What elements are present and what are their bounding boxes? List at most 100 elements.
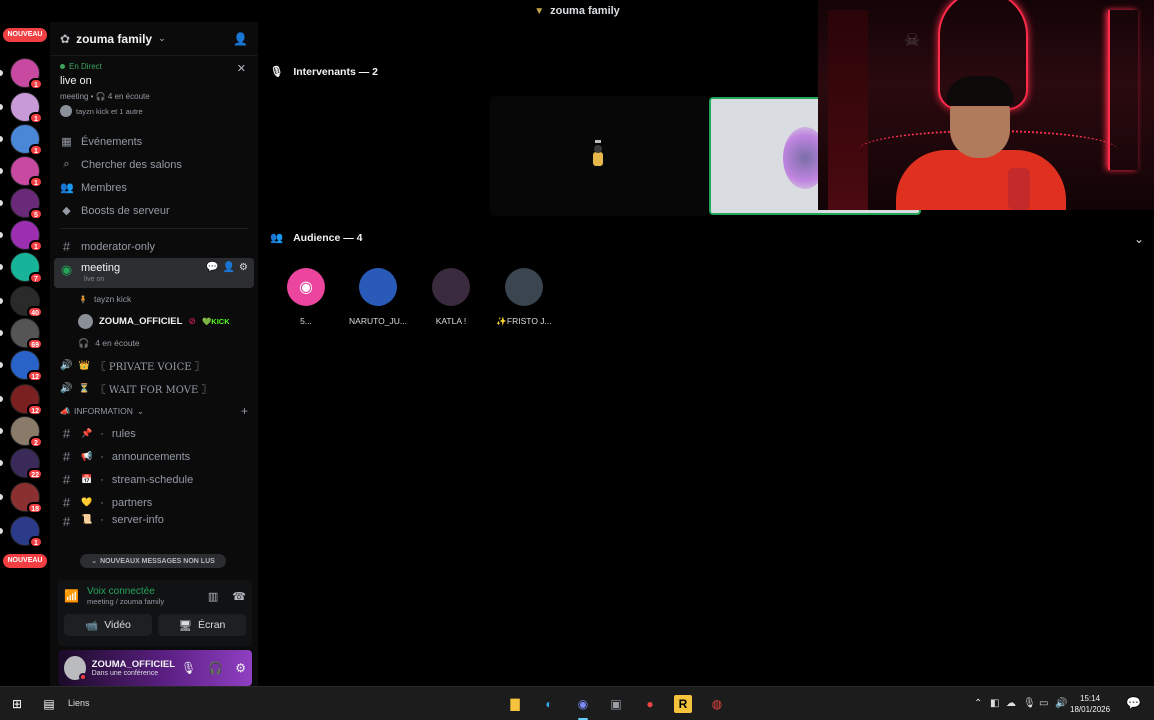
audience-member[interactable]: ✨FRISTO J... <box>484 268 564 327</box>
noise-suppression-icon[interactable]: ▥ <box>208 590 218 603</box>
server-icon[interactable]: 12 <box>10 384 43 416</box>
volume-icon[interactable]: 🔊 <box>1055 698 1067 709</box>
server-icon[interactable]: 40 <box>10 286 43 318</box>
channel-label: stream-schedule <box>111 473 194 486</box>
notifications-icon[interactable]: 💬 <box>1126 696 1141 710</box>
voice-member-zouma[interactable]: ZOUMA_OFFICIEL ⊘ 💚KICK <box>50 310 258 332</box>
voice-channel-wait[interactable]: 🔊 ⏳ 〖 WAIT FOR MOVE 〗 <box>50 377 258 400</box>
voice-status[interactable]: Voix connectée <box>87 586 164 597</box>
server-icon[interactable]: 18 <box>10 482 43 514</box>
server-icon: ▼ <box>534 5 545 17</box>
listeners-row[interactable]: 🎧 4 en écoute <box>50 332 258 354</box>
add-channel-icon[interactable]: + <box>241 404 248 418</box>
headphones-icon[interactable]: 🎧 <box>208 661 223 675</box>
category-information[interactable]: 📣 INFORMATION ⌄ + <box>50 400 258 422</box>
voice-member-tayzn[interactable]: 🧍 tayzn kick <box>50 288 258 310</box>
unread-pip <box>0 298 3 304</box>
channel-label: 〖 PRIVATE VOICE 〗 <box>95 362 205 373</box>
nav-item[interactable]: ⌕ Chercher des salons <box>50 153 258 176</box>
channel-item[interactable]: # 📢 · announcements <box>50 445 258 468</box>
chat-icon[interactable]: 💬 <box>206 262 218 273</box>
windows-start-icon[interactable]: ⊞ <box>8 695 26 713</box>
window-title: zouma family <box>550 5 620 17</box>
task-view-icon[interactable]: ▤ <box>40 695 58 713</box>
unread-pip <box>0 168 3 174</box>
speaker-tile[interactable] <box>490 96 708 216</box>
server-icon[interactable]: 2 <box>10 416 43 448</box>
audience-icon: 👥 <box>270 232 284 244</box>
voice-locked-icon: 🔊 <box>60 360 73 371</box>
screen-share-button[interactable]: 🖥 Écran <box>158 614 246 636</box>
app-icon[interactable]: ▣ <box>607 695 625 713</box>
discord-icon[interactable]: ◉ <box>574 695 592 713</box>
server-header[interactable]: ✿ zouma family ⌄ 👤 <box>50 22 258 56</box>
unread-badge: 1 <box>29 536 43 548</box>
links-toolbar[interactable]: Liens <box>68 698 90 708</box>
microphone-tray-icon[interactable]: 🎙 <box>1023 698 1036 709</box>
server-icon[interactable]: 1 <box>10 58 43 90</box>
separator-dot: · <box>100 496 104 509</box>
channel-meeting[interactable]: ◉ meeting live on 💬 👤 ⚙ <box>54 258 254 288</box>
rockstar-icon[interactable]: R <box>674 695 692 713</box>
chevron-down-icon[interactable]: ⌄ <box>1134 232 1144 246</box>
file-explorer-icon[interactable]: ▇ <box>506 695 524 713</box>
microphone-icon[interactable]: 🎙 <box>181 661 196 675</box>
server-guide-icon: ✿ <box>60 31 71 46</box>
information-channels: # 📌 · rules # 📢 · announcements # 📅 · stream-schedu… <box>50 422 258 528</box>
audience-member[interactable]: NARUTO_JU... <box>338 268 418 326</box>
clock[interactable]: 15:14 18/01/2026 <box>1070 693 1110 715</box>
server-name: zouma family <box>76 31 153 46</box>
channel-item[interactable]: # 📜 · server-info <box>50 514 258 528</box>
unread-badge: 69 <box>27 338 43 350</box>
server-icon[interactable]: 1 <box>10 92 43 124</box>
invite-icon[interactable]: 👤 <box>223 262 235 273</box>
chrome-icon[interactable]: ◍ <box>708 695 726 713</box>
network-icon[interactable]: ▭ <box>1039 698 1048 709</box>
gear-icon[interactable]: ⚙ <box>235 661 246 675</box>
invite-people-icon[interactable]: 👤 <box>233 32 248 46</box>
nav-item[interactable]: ◆ Boosts de serveur <box>50 199 258 222</box>
cloud-icon[interactable]: ☁ <box>1006 698 1016 709</box>
chevron-up-icon[interactable]: ⌃ <box>974 698 982 709</box>
voice-channel-private[interactable]: 🔊 👑 〖 PRIVATE VOICE 〗 <box>50 354 258 377</box>
avatar: ◉ <box>287 268 325 306</box>
edge-icon[interactable]: ◐ <box>540 695 558 713</box>
search-channels-icon: ⌕ <box>63 158 70 170</box>
nav-item[interactable]: ▦ Événements <box>50 130 258 153</box>
gear-icon[interactable]: ⚙ <box>239 262 248 273</box>
server-icon[interactable]: 22 <box>10 448 43 480</box>
server-icon[interactable]: 1 <box>10 220 43 252</box>
close-icon[interactable]: ✕ <box>237 62 246 75</box>
server-icon[interactable]: 12 <box>10 350 43 382</box>
video-button[interactable]: 📹 Vidéo <box>64 614 152 636</box>
user-panel[interactable]: ZOUMA_OFFICIEL Dans une conférence 🎙 🎧 ⚙ <box>58 650 252 686</box>
obs-icon[interactable]: ● <box>641 695 659 713</box>
server-icon[interactable]: 1 <box>10 516 43 548</box>
channel-moderator-only[interactable]: # moderator-only <box>50 235 258 258</box>
unread-pip <box>0 104 3 110</box>
new-messages-banner[interactable]: ⌄ NOUVEAUX MESSAGES NON LUS <box>80 554 226 568</box>
new-badge-bottom[interactable]: NOUVEAU <box>3 554 47 568</box>
new-badge-top[interactable]: NOUVEAU <box>3 28 47 42</box>
avatar[interactable] <box>64 656 87 681</box>
audience-member[interactable]: KATLA ! <box>411 268 491 326</box>
channel-item[interactable]: # 💛 · partners <box>50 491 258 514</box>
disconnect-icon[interactable]: ☎ <box>232 590 246 603</box>
audience-name: KATLA ! <box>435 316 467 326</box>
server-icon[interactable]: 69 <box>10 318 43 350</box>
server-icon[interactable]: 1 <box>10 124 43 156</box>
channel-item[interactable]: # 📅 · stream-schedule <box>50 468 258 491</box>
server-icon[interactable]: 7 <box>10 252 43 284</box>
audience-member[interactable]: ◉ 5... <box>266 268 346 326</box>
server-icon[interactable]: 5 <box>10 188 43 220</box>
live-event-card[interactable]: En Direct live on meeting • 🎧 4 en écout… <box>50 56 258 130</box>
unread-pip <box>0 200 3 206</box>
new-messages-label: NOUVEAUX MESSAGES NON LUS <box>100 557 215 565</box>
kick-badge: 💚KICK <box>201 316 230 326</box>
server-icon[interactable]: 1 <box>10 156 43 188</box>
voice-location[interactable]: meeting / zouma family <box>87 597 164 606</box>
tray-icon[interactable]: ◧ <box>990 698 999 709</box>
status-indicator <box>78 673 87 681</box>
channel-item[interactable]: # 📌 · rules <box>50 422 258 445</box>
nav-item[interactable]: 👥 Membres <box>50 176 258 199</box>
